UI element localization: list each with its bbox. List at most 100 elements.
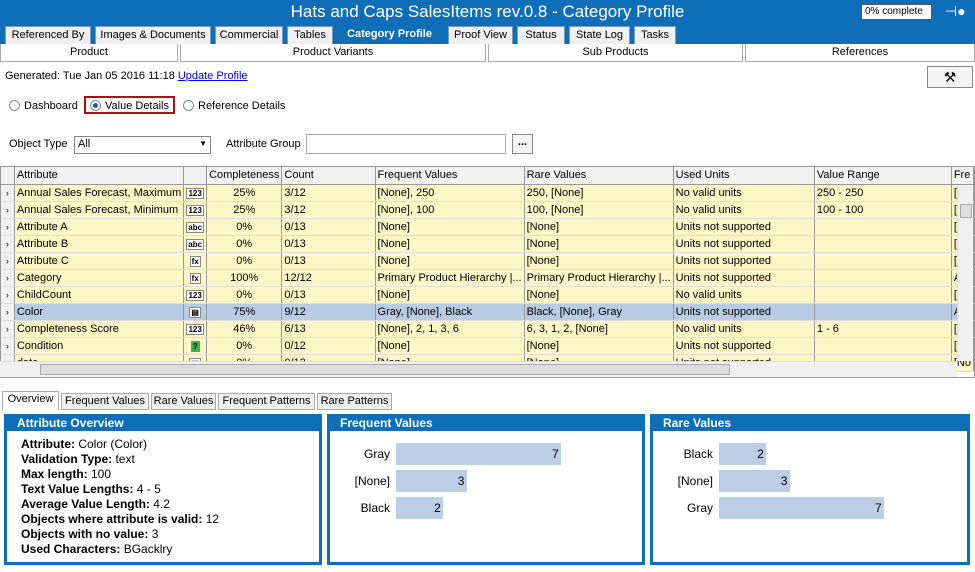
table-row[interactable]: › Annual Sales Forecast, Maximum 123 25% 3/1… [1,184,974,202]
overview-key: Average Value Length: [21,497,150,511]
bar-value-label: 3 [780,474,788,488]
overview-key: Objects where attribute is valid: [21,512,203,526]
bar-category-label: Black [360,501,390,515]
radio-dashboard[interactable]: Dashboard [9,99,78,117]
overview-line: Max length: 100 [21,467,319,482]
column-header[interactable]: Attribute [14,167,185,185]
table-row[interactable]: › Category fx 100% 12/12 Primary Product Hier… [1,269,974,287]
row-expander-icon[interactable]: › [1,337,15,355]
radio-reference-details[interactable]: Reference Details [183,99,285,117]
scroll-thumb[interactable] [960,204,972,218]
scroll-thumb[interactable] [40,364,730,375]
radio-value-details[interactable]: Value Details [84,96,175,114]
tab-tasks[interactable]: Tasks [634,26,676,44]
table-row[interactable]: › Annual Sales Forecast, Minimum 123 25% 3/1… [1,201,974,219]
tab-proof-view[interactable]: Proof View [448,26,513,44]
row-expander-icon[interactable]: › [1,303,15,321]
cell-count: 9/12 [281,303,376,321]
dropdown-arrow-icon: ▼ [199,139,207,148]
cell-range [814,218,952,236]
cell-rare: 6, 3, 1, 2, [None] [524,320,674,338]
cell-count: 0/13 [281,235,376,253]
subtab-references[interactable]: References [745,44,975,62]
tab-category-profile[interactable]: Category Profile [337,24,442,44]
tools-button[interactable]: ⚒ [927,66,973,88]
overview-line: Validation Type: text [21,452,319,467]
formula-icon: fx [189,255,201,267]
column-header[interactable]: Frequent Values [375,167,525,185]
column-header[interactable]: Value Range [814,167,952,185]
subtab-sub-products[interactable]: Sub Products [488,44,743,62]
table-row[interactable]: › Attribute Aabc 0% 0/13 [None] [None] Units n… [1,218,974,236]
row-expander-icon[interactable]: › [1,201,15,219]
panel-tab-frequent-values[interactable]: Frequent Values [61,393,149,410]
column-header[interactable]: Completeness [206,167,283,185]
table-row[interactable]: › Attribute Cfx 0% 0/13 [None] [None] Units no… [1,252,974,270]
table-row[interactable]: › Condition? 0% 0/12 [None] [None] Units not s… [1,337,974,355]
table-row[interactable]: › Color ▤ 75% 9/12 Gray, [None], Black Black, … [1,303,974,321]
cell-attr: ChildCount [14,286,185,304]
row-expander-icon[interactable]: › [1,235,15,253]
tab-status[interactable]: Status [517,26,565,44]
row-expander-icon[interactable]: › [1,320,15,338]
bar-category-label: [None] [354,474,390,488]
cell-freq: [None] [375,218,525,236]
type-icon: ▤ [183,303,208,321]
main-tabs: Referenced By Images & Documents Commercia… [0,24,975,44]
cell-freq: [None], 100 [375,201,525,219]
cell-attr: Annual Sales Forecast, Maximum [14,184,185,202]
window-title: Hats and Caps SalesItems rev.0.8 - Categ… [290,2,685,21]
overview-value: BGacklry [120,542,173,556]
horizontal-scrollbar[interactable] [0,361,957,377]
bar-value-label: 7 [552,447,559,461]
tab-commercial[interactable]: Commercial [215,26,283,44]
panel-tab-overview[interactable]: Overview [2,391,59,410]
column-header[interactable]: Rare Values [524,167,674,185]
tab-tables[interactable]: Tables [287,26,333,44]
pin-icon[interactable]: ⊣● [945,3,966,20]
column-header[interactable]: Used Units [673,167,815,185]
panel-tab-rare-patterns[interactable]: Rare Patterns [317,393,392,410]
subtab-product-variants[interactable]: Product Variants [180,44,486,62]
bar-value-label: 2 [434,501,441,515]
cell-range [814,303,952,321]
cell-rare: 100, [None] [524,201,674,219]
update-profile-link[interactable]: Update Profile [178,70,248,82]
overview-line: Average Value Length: 4.2 [21,497,319,512]
row-expander-icon[interactable]: › [1,218,15,236]
table-row[interactable]: › Completeness Score 123 46% 6/13 [None], 2, … [1,320,974,338]
row-expander-icon[interactable]: › [1,252,15,270]
row-expander-icon[interactable]: › [1,286,15,304]
cell-range: 100 - 100 [814,201,952,219]
cell-attr: Completeness Score [14,320,185,338]
row-expander-icon[interactable]: › [1,184,15,202]
cell-rare: [None] [524,286,674,304]
row-expander-icon[interactable]: › [1,269,15,287]
table-row[interactable]: › ChildCount 123 0% 0/13 [None] [None] No valid… [1,286,974,304]
cell-range [814,286,952,304]
column-header[interactable]: Fre [951,167,974,185]
overview-key: Objects with no value: [21,527,149,541]
cell-freq: Primary Product Hierarchy |... [375,269,525,287]
subtab-product[interactable]: Product [0,44,178,62]
tab-images-documents[interactable]: Images & Documents [95,26,211,44]
browse-button[interactable]: ... [512,134,533,154]
object-type-select[interactable]: All ▼ [74,136,211,154]
cell-range [814,252,952,270]
cell-attr: Category [14,269,185,287]
tab-state-log[interactable]: State Log [569,26,630,44]
panel-tab-rare-values[interactable]: Rare Values [151,393,216,410]
table-row[interactable]: › Attribute Babc 0% 0/13 [None] [None] Units n… [1,235,974,253]
radio-on-icon [90,100,101,111]
cell-range [814,235,952,253]
cell-comp: 0% [206,235,283,253]
cell-units: No valid units [673,201,815,219]
tab-referenced-by[interactable]: Referenced By [5,26,91,44]
column-header[interactable]: Count [281,167,376,185]
column-header[interactable] [183,167,208,185]
attribute-group-input[interactable] [306,134,506,154]
vertical-scrollbar[interactable] [957,186,973,361]
cell-count: 0/12 [281,337,376,355]
panel-tab-frequent-patterns[interactable]: Frequent Patterns [218,393,315,410]
cell-freq: [None] [375,252,525,270]
